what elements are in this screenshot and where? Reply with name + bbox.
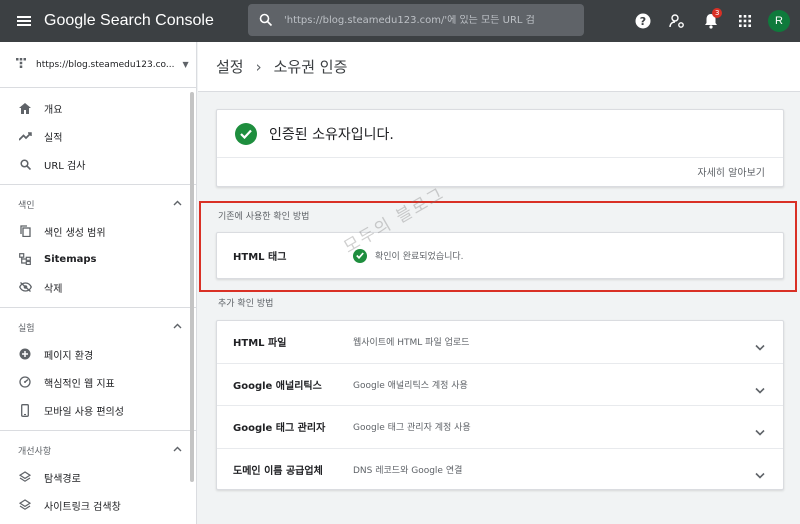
sidebar-item-label: 페이지 환경 <box>44 350 94 362</box>
sidebar-item-label: 삭제 <box>44 283 63 295</box>
notifications-icon[interactable]: 3 <box>694 0 728 42</box>
home-icon <box>18 102 32 114</box>
chevron-down-icon[interactable] <box>755 336 765 355</box>
notification-badge: 3 <box>712 8 723 18</box>
sidebar-item-label: Sitemaps <box>44 253 97 265</box>
method-name: Google 애널리틱스 <box>233 380 322 392</box>
layers-icon <box>18 499 32 511</box>
additional-methods-list: HTML 파일 웹사이트에 HTML 파일 업로드 Google 애널리틱스 G… <box>216 320 784 490</box>
sidebar-item-label: URL 검사 <box>44 160 86 172</box>
eye-off-icon <box>18 282 32 292</box>
method-desc: 웹사이트에 HTML 파일 업로드 <box>353 338 470 349</box>
sidebar-item-mobile-usability[interactable]: 모바일 사용 편의성 <box>0 396 196 424</box>
search-icon[interactable] <box>248 13 284 27</box>
chevron-up-icon <box>173 445 182 455</box>
sidebar-divider <box>0 430 196 431</box>
chevron-down-icon[interactable] <box>755 379 765 398</box>
sidebar-divider <box>0 307 196 308</box>
method-desc: Google 태그 관리자 계정 사용 <box>353 423 471 434</box>
avatar[interactable]: R <box>768 10 790 32</box>
user-settings-icon[interactable] <box>660 0 694 42</box>
layers-icon <box>18 471 32 483</box>
additional-methods-label: 추가 확인 방법 <box>218 299 274 309</box>
learn-more-link[interactable]: 자세히 알아보기 <box>697 164 765 179</box>
method-row-tag-manager[interactable]: Google 태그 관리자 Google 태그 관리자 계정 사용 <box>217 406 783 449</box>
method-row-google-analytics[interactable]: Google 애널리틱스 Google 애널리틱스 계정 사용 <box>217 364 783 406</box>
chevron-up-icon <box>173 322 182 332</box>
section-title: 개선사항 <box>18 446 52 457</box>
svg-text:?: ? <box>640 15 646 28</box>
sidebar-scrollbar[interactable] <box>190 92 194 482</box>
method-desc: DNS 레코드와 Google 연결 <box>353 466 463 477</box>
sidebar: https://blog.steamedu123.co... ▼ 개요 실적 U… <box>0 42 197 524</box>
check-circle-icon <box>235 122 257 145</box>
sidebar-item-breadcrumbs[interactable]: 탐색경로 <box>0 463 196 491</box>
top-actions: ? 3 R <box>626 0 800 42</box>
sidebar-item-sitelinks-searchbox[interactable]: 사이트링크 검색창 <box>0 491 196 519</box>
section-title: 색인 <box>18 200 35 211</box>
section-header-experience[interactable]: 실험 <box>0 314 196 340</box>
sitemap-icon <box>18 253 32 265</box>
sidebar-item-label: 실적 <box>44 132 63 144</box>
search-bar[interactable] <box>248 4 584 36</box>
sidebar-item-label: 개요 <box>44 104 63 116</box>
gauge-icon <box>18 376 32 388</box>
trending-icon <box>18 131 32 141</box>
method-row-domain-provider[interactable]: 도메인 이름 공급업체 DNS 레코드와 Google 연결 <box>217 449 783 492</box>
section-header-index[interactable]: 색인 <box>0 191 196 217</box>
verified-text: 인증된 소유자입니다. <box>269 126 394 143</box>
property-icon <box>16 58 26 71</box>
verified-row: 인증된 소유자입니다. <box>217 110 783 158</box>
sidebar-item-label: 탐색경로 <box>44 473 81 485</box>
chevron-right-icon: › <box>255 57 262 76</box>
sidebar-item-url-inspection[interactable]: URL 검사 <box>0 150 196 178</box>
section-title: 실험 <box>18 323 35 334</box>
copy-icon <box>18 225 32 237</box>
apps-grid-icon[interactable] <box>728 0 762 42</box>
property-url: https://blog.steamedu123.co... <box>36 59 175 70</box>
top-app-bar: Google Search Console ? 3 R <box>0 0 800 42</box>
breadcrumb: 설정 › 소유권 인증 <box>198 42 800 92</box>
property-selector[interactable]: https://blog.steamedu123.co... ▼ <box>0 42 196 88</box>
sidebar-item-label: 색인 생성 범위 <box>44 227 106 239</box>
plus-circle-icon <box>18 348 32 360</box>
method-name: HTML 파일 <box>233 338 287 350</box>
caret-down-icon: ▼ <box>182 60 189 69</box>
highlight-box <box>199 201 797 292</box>
verified-owner-card: 인증된 소유자입니다. 자세히 알아보기 <box>216 109 784 187</box>
app-title[interactable]: Google Search Console <box>44 12 214 30</box>
sidebar-item-label: 핵심적인 웹 지표 <box>44 378 115 390</box>
method-name: 도메인 이름 공급업체 <box>233 466 323 478</box>
breadcrumb-parent[interactable]: 설정 <box>216 56 244 77</box>
chevron-up-icon <box>173 199 182 209</box>
sidebar-divider <box>0 184 196 185</box>
search-icon <box>18 158 32 170</box>
page-title: 소유권 인증 <box>273 58 348 76</box>
sidebar-item-removals[interactable]: 삭제 <box>0 273 196 301</box>
section-header-enhancements[interactable]: 개선사항 <box>0 437 196 463</box>
phone-icon <box>18 403 32 417</box>
method-desc: Google 애널리틱스 계정 사용 <box>353 380 468 391</box>
sidebar-item-sitemaps[interactable]: Sitemaps <box>0 245 196 273</box>
sidebar-item-core-web-vitals[interactable]: 핵심적인 웹 지표 <box>0 368 196 396</box>
method-row-html-file[interactable]: HTML 파일 웹사이트에 HTML 파일 업로드 <box>217 321 783 364</box>
sidebar-item-label: 모바일 사용 편의성 <box>44 406 124 418</box>
method-name: Google 태그 관리자 <box>233 423 326 435</box>
chevron-down-icon[interactable] <box>755 464 765 483</box>
sidebar-item-label: 사이트링크 검색창 <box>44 501 121 513</box>
search-input[interactable] <box>284 14 574 26</box>
menu-icon[interactable] <box>0 0 48 42</box>
sidebar-item-performance[interactable]: 실적 <box>0 122 196 150</box>
help-icon[interactable]: ? <box>626 0 660 42</box>
sidebar-item-coverage[interactable]: 색인 생성 범위 <box>0 217 196 245</box>
sidebar-item-page-experience[interactable]: 페이지 환경 <box>0 340 196 368</box>
sidebar-item-overview[interactable]: 개요 <box>0 94 196 122</box>
chevron-down-icon[interactable] <box>755 421 765 440</box>
